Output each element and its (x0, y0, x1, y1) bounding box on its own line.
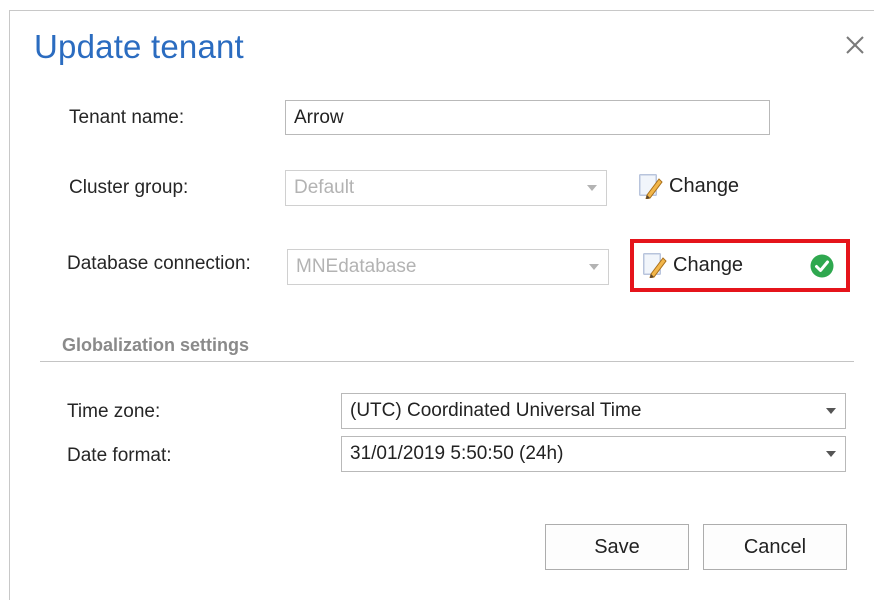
section-divider (40, 361, 854, 362)
edit-pencil-icon (639, 174, 663, 199)
tenant-name-value: Arrow (294, 106, 344, 128)
date-format-value: 31/01/2019 5:50:50 (24h) (350, 443, 564, 464)
chevron-down-icon (587, 185, 597, 191)
cluster-group-select[interactable]: Default (285, 170, 607, 206)
database-connection-change-link[interactable]: Change (643, 252, 743, 278)
cluster-group-value: Default (294, 177, 355, 198)
cancel-button[interactable]: Cancel (703, 524, 847, 570)
tenant-name-label: Tenant name: (69, 107, 185, 128)
time-zone-value: (UTC) Coordinated Universal Time (350, 400, 642, 421)
dialog-title: Update tenant (34, 28, 244, 65)
update-tenant-dialog (9, 10, 874, 600)
cluster-group-change-label: Change (669, 174, 740, 197)
database-connection-value: MNEdatabase (296, 256, 417, 277)
save-button[interactable]: Save (545, 524, 689, 570)
edit-pencil-icon (643, 253, 667, 278)
chevron-down-icon (826, 451, 836, 457)
close-button[interactable] (842, 32, 868, 58)
cluster-group-change-link[interactable]: Change (639, 173, 739, 199)
globalization-section-title: Globalization settings (62, 335, 250, 355)
tenant-name-input[interactable]: Arrow (285, 100, 770, 135)
database-connection-select[interactable]: MNEdatabase (287, 249, 609, 285)
chevron-down-icon (826, 408, 836, 414)
database-connection-label: Database connection: (67, 253, 251, 274)
time-zone-label: Time zone: (67, 401, 161, 422)
close-icon (846, 36, 864, 54)
success-check-icon (810, 254, 834, 278)
cluster-group-label: Cluster group: (69, 177, 189, 198)
date-format-select[interactable]: 31/01/2019 5:50:50 (24h) (341, 436, 846, 472)
chevron-down-icon (589, 264, 599, 270)
date-format-label: Date format: (67, 445, 172, 466)
time-zone-select[interactable]: (UTC) Coordinated Universal Time (341, 393, 846, 429)
database-connection-change-label: Change (673, 253, 744, 276)
